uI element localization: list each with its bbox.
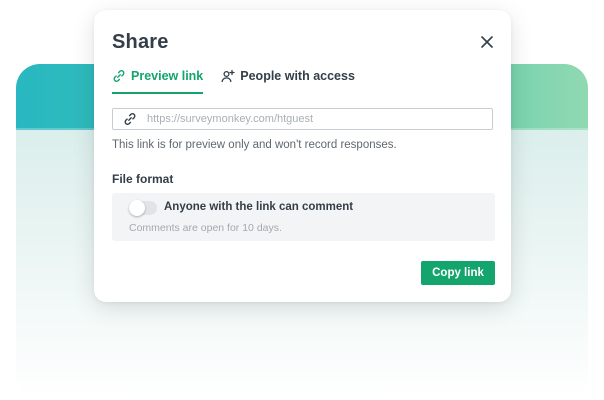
page: Share Preview link People with access ht… xyxy=(0,0,604,400)
toggle-knob xyxy=(129,200,145,216)
tab-bar: Preview link People with access xyxy=(112,66,373,94)
file-format-title: File format xyxy=(112,172,174,186)
add-person-icon xyxy=(221,69,235,83)
dialog-title: Share xyxy=(112,31,169,53)
tab-people-with-access-label: People with access xyxy=(240,69,355,83)
close-icon xyxy=(481,36,493,48)
preview-url-input[interactable] xyxy=(147,113,492,125)
allow-comments-label: Anyone with the link can comment xyxy=(164,201,354,213)
link-icon xyxy=(112,69,126,83)
tab-people-with-access[interactable]: People with access xyxy=(221,66,355,94)
link-icon xyxy=(123,112,137,126)
preview-url-field xyxy=(112,108,493,130)
tab-preview-link-label: Preview link xyxy=(131,69,204,83)
comment-settings-box: Anyone with the link can comment Comment… xyxy=(112,193,495,241)
close-button[interactable] xyxy=(477,32,497,52)
comments-duration-text: Comments are open for 10 days. xyxy=(129,222,282,234)
allow-comments-toggle[interactable] xyxy=(129,200,157,216)
share-dialog: Share Preview link People with access ht… xyxy=(94,10,511,302)
copy-link-button[interactable]: Copy link xyxy=(421,261,495,285)
preview-helper-text: This link is for preview only and won't … xyxy=(112,139,397,151)
tab-preview-link[interactable]: Preview link xyxy=(112,66,204,94)
